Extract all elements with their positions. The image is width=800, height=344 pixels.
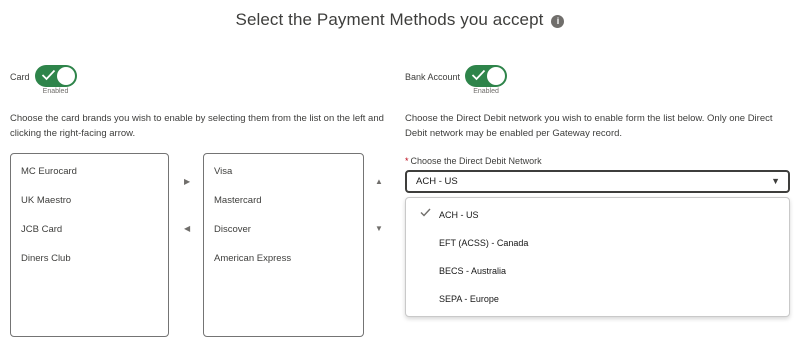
bank-toggle-group: Bank Account Enabled (405, 65, 508, 95)
card-description: Choose the card brands you wish to enabl… (10, 113, 384, 139)
bank-toggle[interactable] (465, 65, 508, 87)
network-combobox[interactable]: ACH - US ▼ (405, 170, 790, 193)
bank-toggle-status: Enabled (473, 88, 499, 95)
move-right-button[interactable]: ▶ (184, 178, 190, 186)
card-toggle-status: Enabled (42, 88, 69, 95)
option-label: ACH - US (439, 210, 479, 220)
page-header: Select the Payment Methods you accept i (0, 10, 800, 30)
page-title: Select the Payment Methods you accept (235, 10, 544, 29)
network-combobox-value: ACH - US (416, 176, 458, 187)
card-toggle-label: Card (10, 72, 30, 82)
card-toggle[interactable] (34, 65, 77, 87)
list-item[interactable]: JCB Card (21, 224, 62, 235)
card-toggle-group: Card Enabled (10, 65, 77, 95)
option-label: BECS - Australia (439, 266, 507, 276)
required-marker: * (405, 156, 409, 166)
network-option-becs[interactable]: BECS - Australia (406, 258, 789, 286)
network-field-label-text: Choose the Direct Debit Network (410, 156, 542, 166)
network-dropdown: ACH - US EFT (ACSS) - Canada BECS - Aust… (405, 197, 790, 317)
network-option-eft[interactable]: EFT (ACSS) - Canada (406, 230, 789, 258)
list-item[interactable]: Visa (214, 166, 232, 177)
list-item[interactable]: Mastercard (214, 195, 262, 206)
check-icon (420, 208, 431, 217)
checkmark-icon (41, 69, 55, 81)
info-icon[interactable]: i (551, 15, 565, 28)
selected-brands-list[interactable]: Visa Mastercard Discover American Expres… (203, 153, 364, 337)
list-item[interactable]: Discover (214, 224, 251, 235)
list-item[interactable]: Diners Club (21, 253, 71, 264)
bank-description: Choose the Direct Debit network you wish… (405, 113, 773, 139)
toggle-knob (56, 67, 75, 85)
move-down-button[interactable]: ▼ (375, 225, 383, 233)
chevron-down-icon[interactable]: ▼ (771, 176, 780, 186)
toggle-knob (487, 67, 506, 85)
list-item[interactable]: UK Maestro (21, 195, 71, 206)
option-label: SEPA - Europe (439, 294, 499, 304)
checkmark-icon (471, 69, 486, 81)
option-label: EFT (ACSS) - Canada (439, 238, 529, 248)
list-item[interactable]: American Express (214, 253, 291, 264)
move-up-button[interactable]: ▲ (375, 178, 383, 186)
network-field-label: * Choose the Direct Debit Network (405, 156, 542, 166)
available-brands-list[interactable]: MC Eurocard UK Maestro JCB Card Diners C… (10, 153, 169, 337)
list-item[interactable]: MC Eurocard (21, 166, 77, 177)
network-option-ach[interactable]: ACH - US (406, 202, 789, 230)
move-left-button[interactable]: ◀ (184, 225, 190, 233)
bank-toggle-label: Bank Account (405, 72, 461, 82)
network-option-sepa[interactable]: SEPA - Europe (406, 286, 789, 314)
